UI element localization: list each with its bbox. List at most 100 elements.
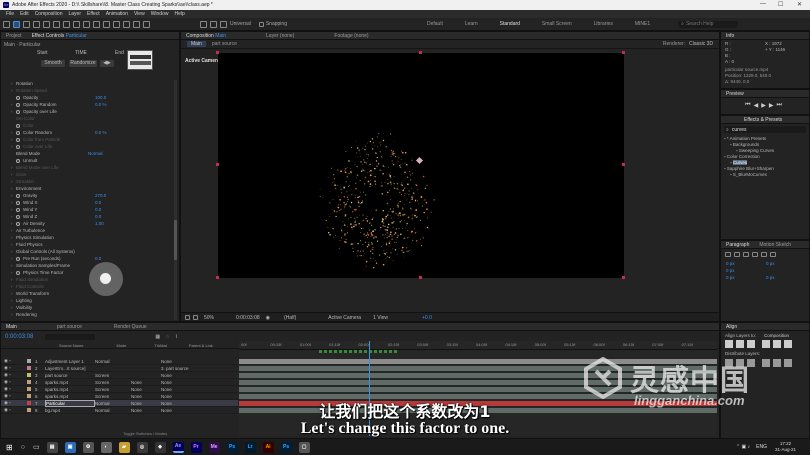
preview-title[interactable]: Preview — [721, 91, 749, 97]
align-right-icon[interactable] — [743, 252, 749, 257]
first-frame-icon[interactable]: ⏮ — [745, 102, 753, 109]
menu-file[interactable]: File — [6, 11, 14, 17]
local-axis-icon[interactable] — [200, 20, 207, 28]
handle-bottom-left[interactable] — [216, 276, 219, 279]
layer-parent-dropdown[interactable]: None — [161, 373, 201, 378]
settings-icon[interactable]: ⚙ — [82, 441, 94, 453]
timeline-search-field[interactable] — [45, 334, 96, 340]
label-color-swatch[interactable] — [27, 380, 31, 384]
effect-property-row[interactable]: › Air Density 1.00 — [11, 220, 171, 227]
flip-button[interactable]: ◀▶ — [100, 60, 114, 67]
layer-name[interactable]: sparks.mp4 — [45, 380, 95, 385]
column-source-name[interactable]: Source Name — [59, 343, 83, 348]
workspace-small-screen[interactable]: Small Screen — [542, 21, 572, 27]
label-color-swatch[interactable] — [27, 359, 31, 363]
effect-property-row[interactable]: › Wind X 0.0 — [11, 199, 171, 206]
stopwatch-icon[interactable] — [16, 144, 20, 149]
effect-property-row[interactable]: › Gravity 270.0 — [11, 192, 171, 199]
previous-frame-icon[interactable]: ◀ — [754, 102, 762, 109]
space-after[interactable]: 0 px — [766, 274, 775, 281]
home-tool-icon[interactable] — [3, 20, 10, 28]
layer-trkmat-dropdown[interactable]: None — [131, 387, 161, 392]
world-axis-icon[interactable] — [210, 20, 217, 28]
workspace-mine1[interactable]: MINE1 — [635, 21, 650, 27]
stopwatch-icon[interactable] — [16, 270, 20, 275]
effect-property-row[interactable]: › Opacity Random 0.0 % — [11, 101, 171, 108]
menu-layer[interactable]: Layer — [68, 11, 81, 17]
label-color-swatch[interactable] — [27, 387, 31, 391]
mask-visibility-icon[interactable] — [193, 315, 198, 320]
menu-window[interactable]: Window — [151, 11, 169, 17]
effect-property-row[interactable]: › Rotation Speed — [11, 87, 171, 94]
layer-row[interactable]: ◉ ▫ 5 sparks.mp4 Screen None None — [1, 386, 238, 393]
view-axis-icon[interactable] — [220, 20, 227, 28]
brush-tool-icon[interactable] — [103, 20, 110, 28]
smooth-button[interactable]: Smooth — [41, 60, 65, 67]
menu-composition[interactable]: Composition — [35, 11, 63, 17]
handle-middle-left[interactable] — [216, 163, 219, 166]
type-tool-icon[interactable] — [93, 20, 100, 28]
info-title[interactable]: Info — [721, 33, 739, 39]
layer-name[interactable]: LayerEm...rt source] — [45, 366, 95, 371]
align-to-dropdown[interactable]: Composition — [764, 333, 789, 338]
indent-first[interactable]: 0 px — [726, 267, 766, 274]
stopwatch-icon[interactable] — [16, 123, 20, 128]
effect-property-value[interactable]: 0.0 — [95, 200, 101, 205]
menu-animation[interactable]: Animation — [106, 11, 128, 17]
tab-footage[interactable]: Footage (none) — [329, 33, 373, 39]
app3-icon[interactable]: ▢ — [298, 441, 310, 453]
stopwatch-icon[interactable] — [16, 102, 20, 107]
curve-graph[interactable] — [127, 50, 153, 70]
maximize-button[interactable]: ☐ — [778, 1, 783, 8]
media-encoder-taskbar-icon[interactable]: Me — [208, 441, 220, 453]
effect-property-value[interactable]: Normal — [88, 151, 103, 156]
indent-left[interactable]: 0 px — [726, 260, 766, 267]
selection-tool-icon[interactable] — [13, 20, 20, 28]
stopwatch-icon[interactable] — [16, 109, 20, 114]
zoom-tool-icon[interactable] — [33, 20, 40, 28]
time-ruler[interactable]: 00f 00:15f 01:00f 01:15f 02:00f 02:15f 03:00f 0… — [239, 341, 717, 350]
effect-property-value[interactable]: 0.0 % — [95, 102, 107, 107]
handle-top-right[interactable] — [622, 51, 625, 54]
effect-property-row[interactable]: › Pre Run (seconds) 0.0 — [11, 255, 171, 262]
column-parent[interactable]: Parent & Link — [189, 343, 213, 348]
effect-property-row[interactable]: › Wind Z 0.0 — [11, 213, 171, 220]
column-mode[interactable]: Mode — [116, 343, 126, 348]
align-vertical-center-icon[interactable] — [773, 340, 781, 348]
pan-behind-tool-icon[interactable] — [63, 20, 70, 28]
effect-property-row[interactable]: › Opacity over Life — [11, 108, 171, 115]
handle-top-left[interactable] — [216, 51, 219, 54]
effect-property-row[interactable]: › Color from Particle — [11, 136, 171, 143]
snapping-checkbox[interactable] — [258, 21, 264, 27]
effect-property-row[interactable]: Set Color — [11, 115, 171, 122]
pen-tool-icon[interactable] — [83, 20, 90, 28]
folder-icon[interactable]: ▤ — [46, 441, 58, 453]
stopwatch-icon[interactable] — [16, 137, 20, 142]
effect-property-row[interactable]: Unmult — [11, 157, 171, 164]
label-color-swatch[interactable] — [27, 373, 31, 377]
layer-mode-dropdown[interactable]: Screen — [95, 387, 131, 392]
language-indicator[interactable]: ENG — [756, 444, 767, 450]
next-frame-icon[interactable]: ▶ — [769, 102, 777, 109]
stopwatch-icon[interactable] — [16, 221, 20, 226]
timeline-tab-render-queue[interactable]: Render Queue — [109, 324, 152, 330]
layer-trkmat-dropdown[interactable]: None — [131, 380, 161, 385]
visibility-icon[interactable]: ◉ ▫ — [1, 379, 27, 385]
timeline-tab-part-source[interactable]: part source — [52, 324, 87, 330]
effect-controls-scrollbar[interactable] — [174, 80, 177, 320]
composition-canvas[interactable] — [216, 51, 625, 279]
menu-help[interactable]: Help — [174, 11, 184, 17]
align-horizontal-center-icon[interactable] — [736, 340, 744, 348]
effect-property-row[interactable]: Opacity 100.0 — [11, 94, 171, 101]
visibility-icon[interactable]: ◉ ▫ — [1, 358, 27, 364]
effect-property-row[interactable]: › World Transform — [11, 290, 171, 297]
menu-edit[interactable]: Edit — [20, 11, 29, 17]
after-effects-taskbar-icon[interactable]: Ae — [172, 441, 184, 453]
effect-property-row[interactable]: › Blend Mode over Life — [11, 164, 171, 171]
align-right-edges-icon[interactable] — [747, 340, 755, 348]
tab-motion-sketch[interactable]: Motion Sketch — [754, 242, 796, 248]
tray-icons[interactable]: ⌃ ▣ ♪ — [736, 444, 750, 450]
workspace-learn[interactable]: Learn — [465, 21, 478, 27]
timeline-tab-main[interactable]: Main — [1, 324, 22, 330]
views-dropdown[interactable]: 1 View — [373, 315, 388, 321]
